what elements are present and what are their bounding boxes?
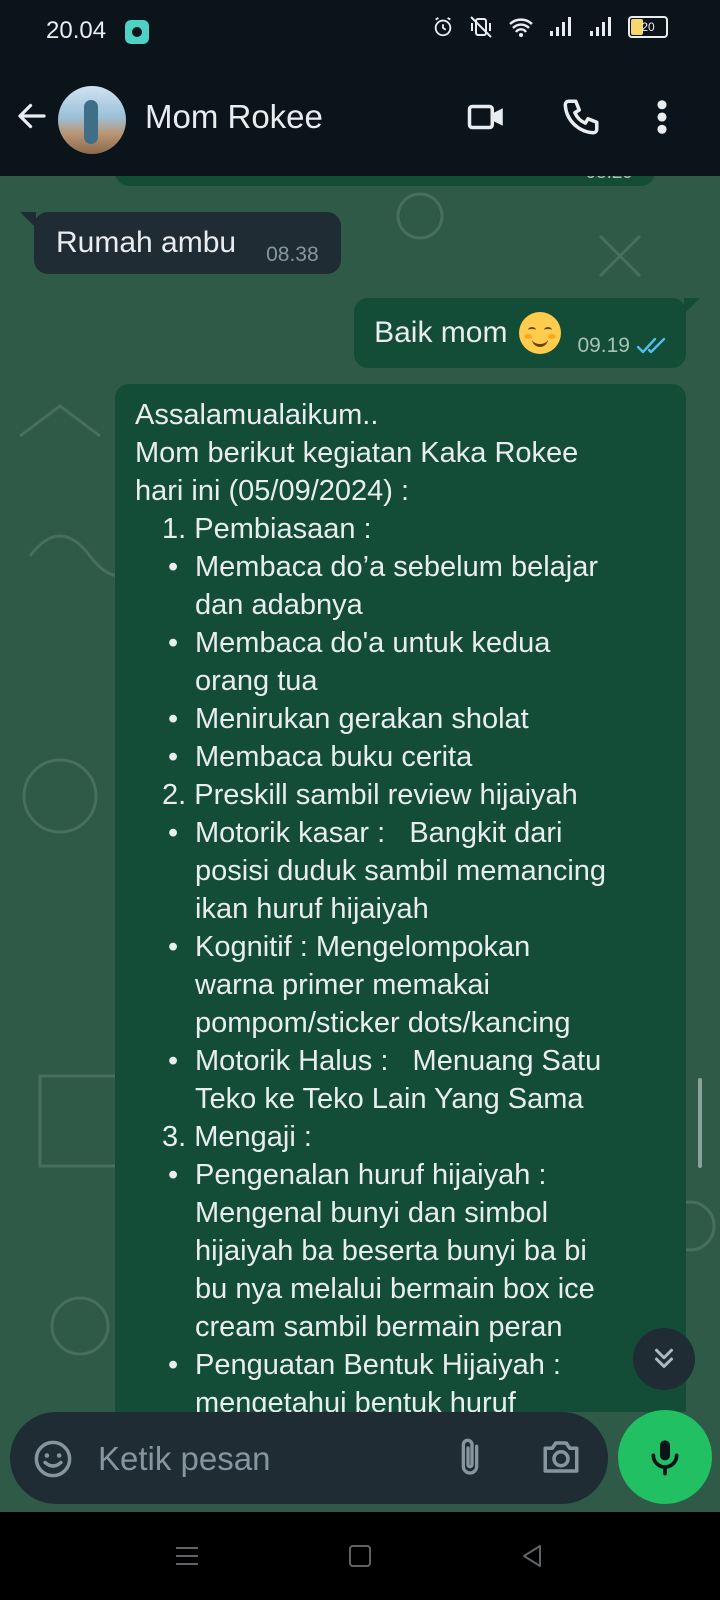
battery-icon: 20 — [628, 16, 668, 38]
message-line: mengetahui bentuk huruf — [195, 1387, 516, 1412]
system-nav-bar — [0, 1512, 720, 1600]
status-time: 20.04 — [46, 17, 107, 44]
message-time: 08.38 — [266, 243, 319, 266]
bubble-tail — [684, 298, 700, 314]
message-line: dan adabnya — [195, 589, 363, 621]
avatar[interactable] — [58, 86, 126, 154]
chat-header: Mom Rokee — [0, 64, 720, 176]
bullet-item: • Motorik kasar : Bangkit dari — [135, 814, 666, 852]
alarm-icon — [434, 17, 452, 37]
bullet-item: • Penguatan Bentuk Hijaiyah : — [135, 1346, 666, 1384]
message-line: ikan huruf hijaiyah — [195, 893, 429, 925]
wifi-icon — [509, 18, 533, 37]
message-line: orang tua — [195, 665, 318, 697]
message-time: 08.29 — [585, 176, 633, 184]
bullet: • — [168, 551, 179, 583]
scrollbar[interactable] — [698, 1078, 702, 1168]
status-bar: 20.04 20 — [0, 0, 720, 64]
home-icon[interactable] — [348, 1544, 372, 1568]
signal-icon — [590, 17, 611, 36]
contact-name[interactable]: Mom Rokee — [145, 98, 323, 136]
bullet-item: • Kognitif : Mengelompokan — [135, 928, 666, 966]
chat-area[interactable]: 08.29 Rumah ambu 08.38 Baik mom 09.19 As… — [0, 176, 720, 1412]
numbered-item: 1. Pembiasaan : — [162, 513, 372, 545]
vibrate-off-icon — [470, 16, 492, 38]
message-line: Mom berikut kegiatan Kaka Rokee — [135, 437, 579, 469]
phone-icon[interactable] — [560, 96, 602, 138]
message-bubble-outgoing[interactable]: Baik mom 09.19 — [354, 298, 686, 368]
bullet-item: • Motorik Halus : Menuang Satu — [135, 1042, 666, 1080]
bullet-item: • Membaca do’a sebelum belajar — [135, 548, 666, 586]
message-line: hari ini (05/09/2024) : — [135, 475, 410, 507]
message-text: Rumah ambu — [56, 226, 237, 259]
bullet: • — [168, 627, 179, 659]
message-line: posisi duduk sambil memancing — [195, 855, 607, 887]
message-line: bu nya melalui bermain box ice — [195, 1273, 595, 1305]
read-ticks-icon — [636, 337, 666, 354]
message-line: Teko ke Teko Lain Yang Sama — [195, 1083, 584, 1115]
message-time: 09.19 — [577, 334, 630, 357]
bullet: • — [168, 1045, 179, 1077]
bullet: • — [168, 1349, 179, 1381]
scroll-to-bottom-button[interactable] — [633, 1328, 695, 1390]
attach-icon[interactable] — [450, 1434, 490, 1482]
bullet: • — [168, 931, 179, 963]
back-icon[interactable] — [520, 1544, 544, 1568]
message-composer — [10, 1412, 608, 1504]
back-arrow-icon[interactable] — [14, 98, 50, 134]
video-call-icon[interactable] — [466, 96, 508, 138]
message-line: pompom/sticker dots/kancing — [195, 1007, 571, 1039]
more-vert-icon[interactable] — [650, 96, 674, 138]
message-input[interactable] — [96, 1434, 420, 1484]
message-bubble-outgoing-long[interactable]: Assalamualaikum.. Mom berikut kegiatan K… — [115, 384, 686, 1412]
numbered-item: 3. Mengaji : — [162, 1121, 312, 1153]
message-bubble-incoming[interactable]: Rumah ambu 08.38 — [34, 212, 341, 274]
app-notification-icon — [125, 20, 149, 44]
bullet: • — [168, 817, 179, 849]
camera-icon[interactable] — [540, 1436, 582, 1478]
emoji-icon[interactable] — [32, 1438, 74, 1480]
signal-icon — [550, 17, 571, 36]
message-text: Baik mom — [374, 316, 508, 349]
bullet: • — [168, 703, 179, 735]
numbered-item: 2. Preskill sambil review hijaiyah — [162, 779, 578, 811]
menu-icon[interactable] — [174, 1544, 200, 1568]
bullet-item: • Membaca buku cerita — [135, 738, 666, 776]
bullet-item: • Menirukan gerakan sholat — [135, 700, 666, 738]
message-line: cream sambil bermain peran — [195, 1311, 563, 1343]
message-bubble-outgoing[interactable]: 08.29 — [115, 176, 655, 186]
composer-bar — [0, 1410, 720, 1512]
bullet: • — [168, 1159, 179, 1191]
bullet-item: • Pengenalan huruf hijaiyah : — [135, 1156, 666, 1194]
message-line: Assalamualaikum.. — [135, 399, 379, 431]
smiling-face-icon — [519, 312, 562, 354]
message-line: Mengenal bunyi dan simbol — [195, 1197, 549, 1229]
mic-button[interactable] — [618, 1410, 712, 1504]
message-line: warna primer memakai — [195, 969, 490, 1001]
mic-icon — [651, 1440, 679, 1476]
bullet-item: • Membaca do'a untuk kedua — [135, 624, 666, 662]
bullet: • — [168, 741, 179, 773]
message-line: hijaiyah ba beserta bunyi ba bi — [195, 1235, 587, 1267]
double-chevron-down-icon — [655, 1348, 673, 1368]
